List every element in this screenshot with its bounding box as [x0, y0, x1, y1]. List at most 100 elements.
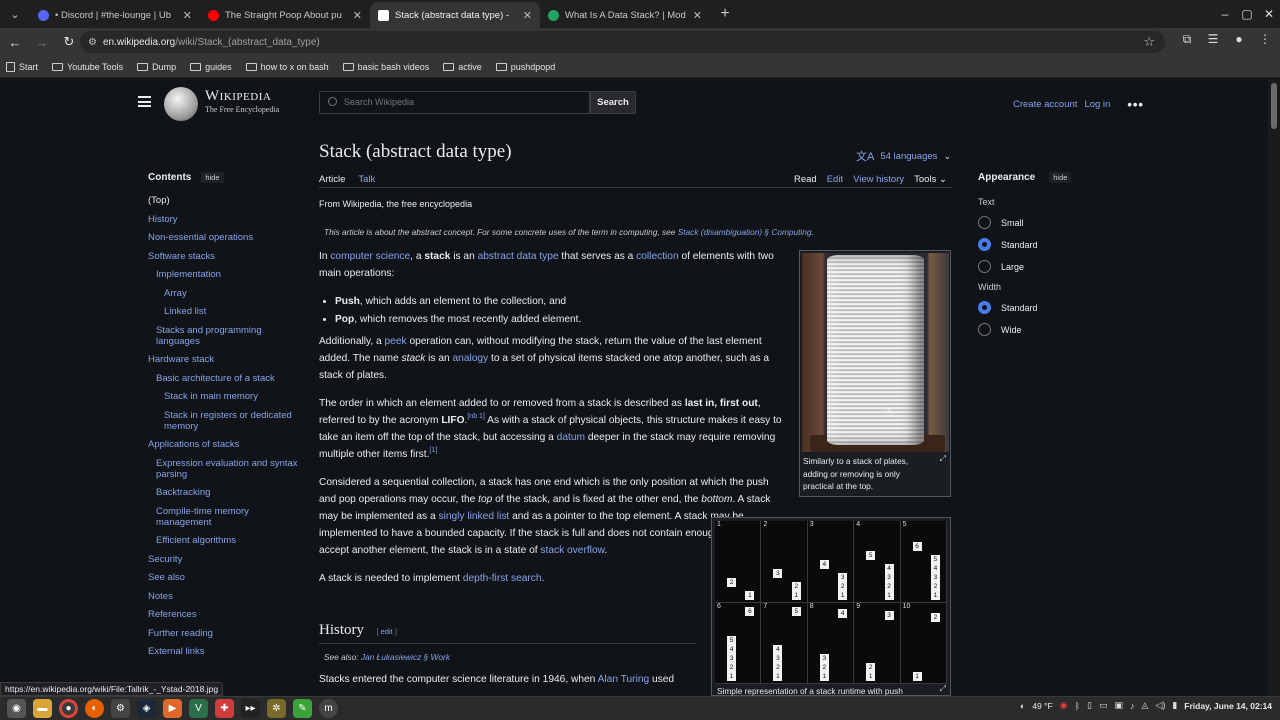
article-link[interactable]: singly linked list: [438, 511, 509, 522]
close-window-icon[interactable]: ✕: [1258, 7, 1280, 21]
media-player-icon[interactable]: ▶: [163, 699, 182, 718]
toc-item[interactable]: Applications of stacks: [148, 439, 298, 450]
toc-item[interactable]: Expression evaluation and syntax parsing: [148, 458, 298, 480]
bookmark-item[interactable]: pushdpopd: [495, 62, 555, 72]
reload-icon[interactable]: ↻: [57, 30, 81, 54]
main-menu-icon[interactable]: [138, 96, 151, 107]
bookmark-item[interactable]: Dump: [137, 62, 176, 72]
tab-search-icon[interactable]: ⌄: [4, 3, 26, 25]
bookmark-item[interactable]: active: [443, 62, 482, 72]
extensions-icon[interactable]: ⧉: [1178, 32, 1196, 47]
vscode-icon[interactable]: V: [189, 699, 208, 718]
chrome-icon[interactable]: ●: [59, 699, 78, 718]
bookmark-item[interactable]: Youtube Tools: [52, 62, 123, 72]
radio-option[interactable]: Standard: [978, 238, 1128, 251]
browser-tab[interactable]: What Is A Data Stack? | Mod ✕: [540, 2, 710, 28]
toc-item[interactable]: History: [148, 214, 298, 225]
radio-button[interactable]: [978, 260, 991, 273]
steam-icon[interactable]: ◈: [137, 699, 156, 718]
toc-hide-button[interactable]: hide: [201, 172, 224, 183]
bookmark-item[interactable]: basic bash videos: [342, 62, 429, 72]
toc-item[interactable]: External links: [148, 646, 298, 657]
gear-app-icon[interactable]: ✲: [267, 699, 286, 718]
vpn-icon[interactable]: ◉: [1060, 700, 1068, 711]
network-icon[interactable]: ◬: [1141, 700, 1148, 711]
bookmark-item[interactable]: how to x on bash: [245, 62, 329, 72]
search-input[interactable]: Search Wikipedia: [319, 91, 590, 114]
close-tab-icon[interactable]: ✕: [353, 9, 362, 22]
wikipedia-wordmark[interactable]: Wikipedia: [205, 88, 271, 105]
minimize-icon[interactable]: –: [1214, 7, 1236, 21]
hatnote-link[interactable]: Stack (disambiguation) § Computing: [678, 227, 812, 237]
close-tab-icon[interactable]: ✕: [183, 9, 192, 22]
enlarge-icon[interactable]: ⤢: [940, 684, 946, 694]
back-icon[interactable]: ←: [3, 30, 27, 54]
radio-button[interactable]: [978, 238, 991, 251]
forward-icon[interactable]: →: [30, 30, 54, 54]
toc-item[interactable]: (Top): [148, 195, 298, 206]
volume-icon[interactable]: ◁): [1155, 700, 1165, 711]
radio-option[interactable]: Wide: [978, 323, 1128, 336]
settings-app-icon[interactable]: ⚙: [111, 699, 130, 718]
gitkraken-icon[interactable]: ✚: [215, 699, 234, 718]
tab-edit[interactable]: Edit: [827, 174, 843, 185]
create-account-link[interactable]: Create account: [1013, 99, 1077, 110]
toc-item[interactable]: Backtracking: [148, 487, 298, 498]
reading-list-icon[interactable]: ☰: [1204, 32, 1222, 47]
radio-button[interactable]: [978, 216, 991, 229]
languages-button[interactable]: 文A 54 languages ⌄: [856, 148, 951, 164]
draw-app-icon[interactable]: ✎: [293, 699, 312, 718]
toc-item[interactable]: Stack in main memory: [148, 391, 298, 402]
tools-dropdown[interactable]: Tools ⌄: [914, 174, 947, 185]
enlarge-icon[interactable]: ⤢: [940, 454, 946, 464]
footnote-link[interactable]: [1]: [429, 447, 437, 454]
profile-icon[interactable]: ●: [1230, 32, 1248, 47]
radio-option[interactable]: Small: [978, 216, 1128, 229]
mint-icon[interactable]: m: [319, 699, 338, 718]
wikipedia-logo[interactable]: [164, 87, 198, 121]
browser-tab[interactable]: The Straight Poop About pu ✕: [200, 2, 370, 28]
notes-icon[interactable]: ▭: [1099, 700, 1108, 711]
search-button[interactable]: Search: [590, 91, 636, 114]
address-bar[interactable]: ⚙ en.wikipedia.org/wiki/Stack_(abstract_…: [80, 31, 1165, 53]
edit-section-link[interactable]: [ edit ]: [376, 627, 396, 636]
toc-item[interactable]: Security: [148, 554, 298, 565]
toc-item[interactable]: Stacks and programming languages: [148, 325, 298, 347]
weather-label[interactable]: 49 °F: [1032, 701, 1052, 711]
tab-read[interactable]: Read: [794, 174, 817, 185]
file-manager-icon[interactable]: ▬: [33, 699, 52, 718]
toc-item[interactable]: See also: [148, 572, 298, 583]
toc-item[interactable]: Basic architecture of a stack: [148, 373, 298, 384]
battery-icon[interactable]: ▮: [1172, 700, 1177, 711]
article-link[interactable]: computer science: [330, 251, 410, 262]
toc-item[interactable]: Array: [148, 288, 298, 299]
toc-item[interactable]: Further reading: [148, 628, 298, 639]
bookmark-item[interactable]: guides: [190, 62, 232, 72]
bookmark-star-icon[interactable]: ☆: [1143, 34, 1155, 50]
toc-item[interactable]: References: [148, 609, 298, 620]
update-icon[interactable]: ◐: [1020, 701, 1025, 711]
toc-item[interactable]: Notes: [148, 591, 298, 602]
browser-tab[interactable]: • Discord | #the-lounge | Ub ✕: [30, 2, 200, 28]
article-link[interactable]: stack overflow: [540, 545, 604, 556]
footnote-link[interactable]: [nb 1]: [467, 413, 485, 420]
toc-item[interactable]: Efficient algorithms: [148, 535, 298, 546]
bluetooth-icon[interactable]: ᛒ: [1075, 701, 1080, 711]
tab-view-history[interactable]: View history: [853, 174, 904, 185]
article-link[interactable]: depth-first search: [463, 573, 542, 584]
stack-of-plates-image[interactable]: [802, 253, 949, 452]
radio-button[interactable]: [978, 323, 991, 336]
music-icon[interactable]: ♪: [1130, 701, 1135, 711]
browser-menu-icon[interactable]: ⋮: [1256, 32, 1274, 47]
bookmark-item[interactable]: Start: [6, 61, 38, 72]
see-also-link[interactable]: Jan Łukasiewicz § Work: [361, 652, 450, 662]
article-link[interactable]: peek: [385, 336, 407, 347]
clipboard-icon[interactable]: ▯: [1087, 700, 1092, 711]
display-icon[interactable]: ▣: [1114, 700, 1123, 711]
article-link[interactable]: abstract data type: [478, 251, 559, 262]
radio-option[interactable]: Standard: [978, 301, 1128, 314]
article-link[interactable]: datum: [557, 432, 585, 443]
article-link[interactable]: collection: [636, 251, 678, 262]
radio-option[interactable]: Large: [978, 260, 1128, 273]
tab-article[interactable]: Article: [319, 174, 346, 188]
